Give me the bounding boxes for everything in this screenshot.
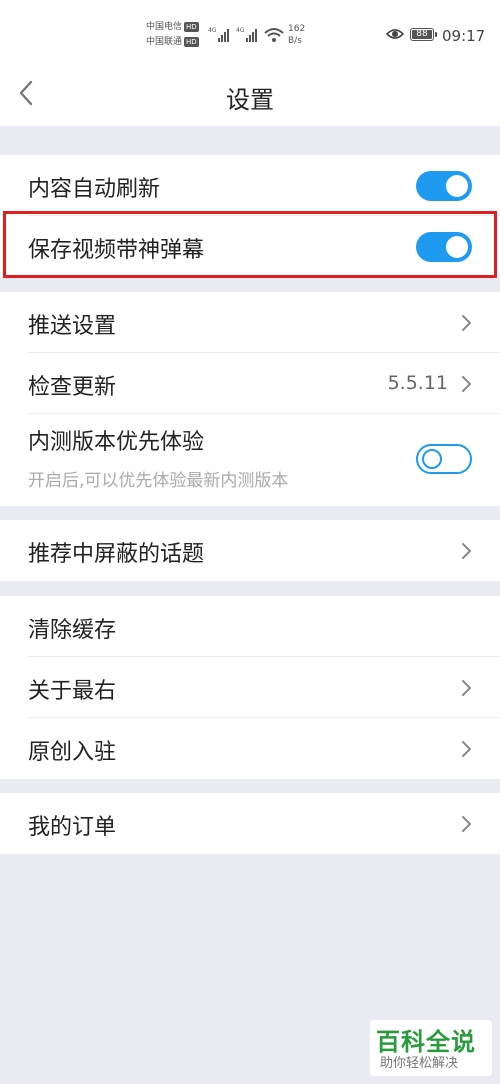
setting-label: 关于最右 [28,679,117,704]
setting-push-settings[interactable]: 推送设置 [28,292,500,353]
setting-label: 推送设置 [28,314,117,339]
hd-badge: HD [184,21,199,32]
beta-priority-toggle[interactable] [416,444,472,474]
net-speed: 162 B/s [288,23,305,47]
setting-check-update[interactable]: 检查更新 5.5.11 [28,353,500,414]
chevron-right-icon [462,315,471,331]
network-type-2: 4G [236,27,245,34]
setting-about[interactable]: 关于最右 [28,657,500,718]
battery-level: 88 [416,29,428,39]
chevron-right-icon [462,816,471,832]
battery-icon: 88 [410,28,437,41]
hd-badge: HD [184,36,199,47]
setting-label: 我的订单 [28,815,117,840]
highlight-box [3,211,497,278]
setting-label: 检查更新 [28,375,117,400]
chevron-right-icon [462,680,471,696]
status-bar: 中国电信 HD 中国联通 HD 4G 4G 162 B/s 88 09:17 [0,0,500,62]
chevron-right-icon [462,543,471,559]
signal-wifi-icons: 4G 4G [208,27,284,42]
auto-refresh-toggle[interactable] [416,171,472,201]
setting-creator-join[interactable]: 原创入驻 [28,718,500,779]
watermark-logo: 百科全说 助你轻松解决 [370,1020,492,1076]
settings-group-topics: 推荐中屏蔽的话题 [0,520,500,581]
setting-blocked-topics[interactable]: 推荐中屏蔽的话题 [28,520,500,581]
carrier-1: 中国电信 [146,22,183,32]
app-version: 5.5.11 [387,372,448,394]
page-title: 设置 [226,86,274,114]
setting-auto-refresh[interactable]: 内容自动刷新 [28,155,500,216]
chevron-right-icon [462,741,471,757]
eye-icon [386,29,404,39]
setting-my-orders[interactable]: 我的订单 [28,793,500,854]
nav-bar: 设置 [0,62,500,126]
settings-group-orders: 我的订单 [0,793,500,854]
setting-description: 开启后,可以优先体验最新内测版本 [28,471,289,491]
watermark-subtitle: 助你轻松解决 [380,1056,459,1071]
setting-label: 内测版本优先体验 [28,430,205,455]
setting-clear-cache[interactable]: 清除缓存 [28,596,500,657]
setting-label: 内容自动刷新 [28,177,161,202]
net-speed-value: 162 [288,24,306,34]
carrier-2: 中国联通 [146,37,183,47]
settings-group-app: 推送设置 检查更新 5.5.11 内测版本优先体验 开启后,可以优先体验最新内测… [0,292,500,506]
settings-group-misc: 清除缓存 关于最右 原创入驻 [0,596,500,779]
carrier-info: 中国电信 HD 中国联通 HD [146,20,199,50]
chevron-right-icon [462,376,471,392]
setting-label: 清除缓存 [28,618,117,643]
net-speed-unit: B/s [288,36,302,46]
setting-label: 推荐中屏蔽的话题 [28,542,205,567]
setting-beta-priority[interactable]: 内测版本优先体验 开启后,可以优先体验最新内测版本 [28,414,500,506]
setting-label: 原创入驻 [28,740,117,765]
network-type-1: 4G [208,27,217,34]
clock: 09:17 [442,27,486,45]
